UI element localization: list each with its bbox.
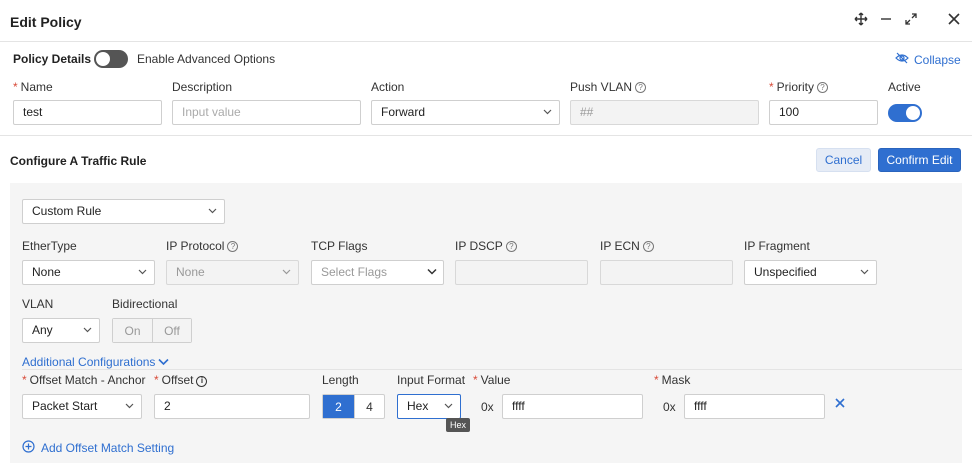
ip-protocol-select[interactable]: None: [166, 260, 299, 285]
active-toggle[interactable]: [888, 104, 922, 122]
value-label: * Value: [473, 373, 511, 387]
policy-details-title: Policy Details: [13, 52, 92, 66]
traffic-rule-title: Configure A Traffic Rule: [10, 154, 147, 168]
offset-anchor-label: * Offset Match - Anchor: [22, 373, 146, 387]
ip-dscp-label: IP DSCP?: [455, 239, 517, 253]
toggle-knob: [96, 52, 110, 66]
help-icon: ?: [505, 241, 517, 252]
add-offset-match-label: Add Offset Match Setting: [41, 441, 175, 455]
ip-ecn-input[interactable]: [600, 260, 733, 285]
section-divider: [0, 135, 972, 136]
input-format-value: Hex: [407, 399, 429, 413]
length-segment: 2 4: [322, 394, 385, 419]
action-label: Action: [371, 80, 405, 94]
info-icon: i: [196, 376, 208, 387]
offset-input[interactable]: 2: [154, 394, 310, 419]
chevron-down-icon: [125, 401, 134, 409]
length-option-4[interactable]: 4: [354, 395, 384, 418]
cancel-button[interactable]: Cancel: [816, 148, 871, 172]
push-vlan-label: Push VLAN?: [570, 80, 647, 94]
ip-fragment-label: IP Fragment: [744, 239, 810, 253]
additional-divider: [22, 369, 962, 370]
length-option-2[interactable]: 2: [323, 395, 354, 418]
ip-fragment-select[interactable]: Unspecified: [744, 260, 877, 285]
confirm-edit-button[interactable]: Confirm Edit: [878, 148, 961, 172]
dialog-title: Edit Policy: [10, 14, 82, 30]
push-vlan-input[interactable]: ##: [570, 100, 759, 125]
chevron-down-icon: [444, 401, 453, 409]
offset-anchor-select[interactable]: Packet Start: [22, 394, 142, 419]
rule-type-value: Custom Rule: [32, 204, 102, 218]
ip-fragment-value: Unspecified: [754, 265, 817, 279]
description-label: Description: [172, 80, 233, 94]
offset-anchor-value: Packet Start: [32, 399, 98, 413]
ethertype-value: None: [32, 265, 61, 279]
expand-icon[interactable]: [900, 8, 922, 30]
vlan-value: Any: [32, 323, 53, 337]
tcp-flags-select[interactable]: Select Flags: [311, 260, 444, 285]
tcp-flags-placeholder: Select Flags: [321, 265, 388, 279]
length-label: Length: [322, 373, 359, 387]
remove-offset-icon[interactable]: [834, 397, 846, 412]
chevron-down-icon: [208, 206, 217, 214]
chevron-down-icon: [427, 267, 437, 275]
priority-input[interactable]: 100: [769, 100, 878, 125]
add-offset-match-button[interactable]: Add Offset Match Setting: [22, 440, 174, 456]
bidirectional-label: Bidirectional: [112, 297, 178, 311]
help-icon: ?: [817, 82, 829, 93]
active-label: Active: [888, 80, 921, 94]
close-icon[interactable]: [943, 8, 965, 30]
tcp-flags-label: TCP Flags: [311, 239, 368, 253]
advanced-options-toggle[interactable]: [94, 50, 128, 68]
chevron-down-icon: [282, 267, 291, 275]
minimize-icon[interactable]: [875, 8, 897, 30]
description-input[interactable]: Input value: [172, 100, 361, 125]
collapse-label: Collapse: [914, 52, 961, 67]
move-icon[interactable]: [850, 8, 872, 30]
vlan-select[interactable]: Any: [22, 318, 100, 343]
bidirectional-off-option[interactable]: Off: [152, 319, 191, 342]
value-input[interactable]: ffff: [502, 394, 643, 419]
name-label: * Name: [13, 80, 53, 94]
header-divider: [0, 41, 972, 42]
collapse-link[interactable]: Collapse: [895, 52, 961, 67]
ip-dscp-input[interactable]: [455, 260, 588, 285]
ip-protocol-label: IP Protocol?: [166, 239, 239, 253]
chevron-down-icon: [138, 267, 147, 275]
help-icon: ?: [642, 241, 654, 252]
action-select[interactable]: Forward: [371, 100, 560, 125]
bidirectional-on-option[interactable]: On: [113, 319, 152, 342]
rule-type-select[interactable]: Custom Rule: [22, 199, 225, 224]
mask-label: * Mask: [654, 373, 691, 387]
ip-ecn-label: IP ECN?: [600, 239, 654, 253]
chevron-down-icon: [860, 267, 869, 275]
bidirectional-segment: On Off: [112, 318, 192, 343]
ethertype-label: EtherType: [22, 239, 77, 253]
mask-prefix: 0x: [663, 400, 676, 414]
additional-configurations-toggle[interactable]: Additional Configurations: [22, 355, 169, 369]
chevron-down-icon: [83, 325, 92, 333]
vlan-label: VLAN: [22, 297, 54, 311]
help-icon: ?: [227, 241, 239, 252]
chevron-down-icon: [158, 355, 169, 369]
chevron-down-icon: [543, 107, 552, 115]
value-prefix: 0x: [481, 400, 494, 414]
name-input[interactable]: test: [13, 100, 162, 125]
eye-off-icon: [895, 52, 909, 67]
plus-circle-icon: [22, 440, 35, 456]
toggle-knob: [906, 106, 920, 120]
action-value: Forward: [381, 105, 426, 119]
mask-input[interactable]: ffff: [684, 394, 825, 419]
advanced-options-label: Enable Advanced Options: [137, 52, 276, 66]
input-format-tooltip: Hex: [446, 418, 471, 432]
input-format-label: Input Format: [397, 373, 466, 387]
ethertype-select[interactable]: None: [22, 260, 155, 285]
priority-label: * Priority?: [769, 80, 829, 94]
help-icon: ?: [635, 82, 647, 93]
input-format-select[interactable]: Hex: [397, 394, 461, 419]
offset-label: * Offset i: [154, 373, 208, 387]
additional-configurations-label: Additional Configurations: [22, 355, 156, 369]
ip-protocol-value: None: [176, 265, 205, 279]
